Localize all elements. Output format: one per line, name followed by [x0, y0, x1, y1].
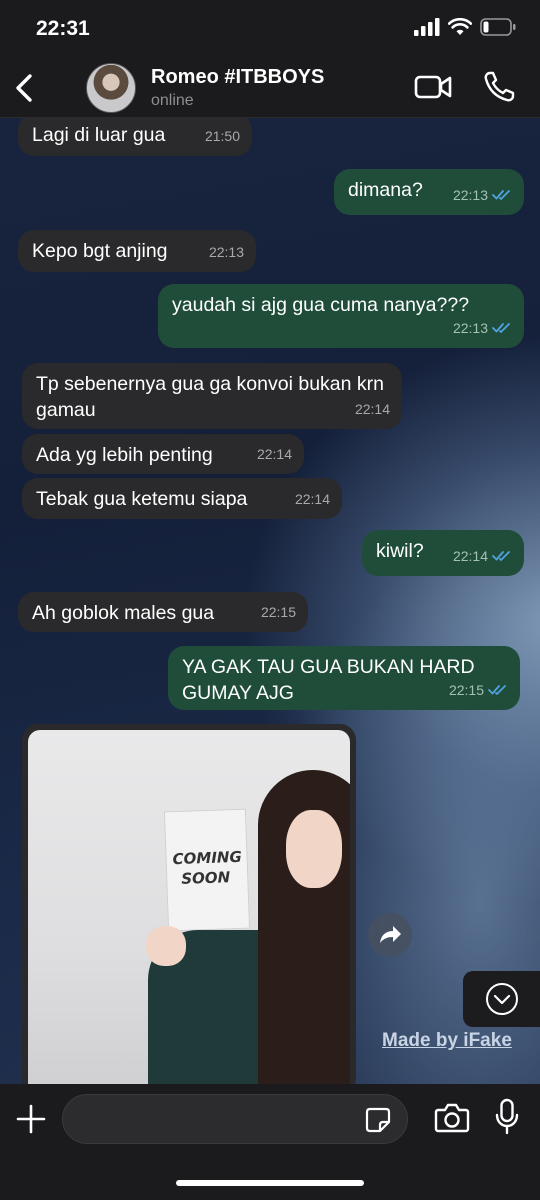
message-bubble[interactable]: Kepo bgt anjing 22:13: [18, 230, 256, 272]
read-receipt-icon: [492, 551, 510, 561]
message-meta: 22:13: [453, 315, 512, 341]
message-bubble[interactable]: YA GAK TAU GUA BUKAN HARD GUMAY AJG 22:1…: [168, 646, 520, 710]
photo-figure-hand: [146, 926, 186, 966]
message-meta: 22:15: [449, 677, 508, 703]
poster-text-line: COMING: [172, 847, 243, 869]
media-photo[interactable]: COMING SOON: [28, 730, 350, 1084]
scroll-to-bottom-button[interactable]: [463, 971, 540, 1027]
photo-figure-face: [286, 810, 342, 888]
message-text: Tebak gua ketemu siapa: [36, 488, 248, 510]
chat-messages[interactable]: Lagi di luar gua 21:50 dimana? 22:13 Kep…: [0, 118, 540, 1084]
message-bubble[interactable]: yaudah si ajg gua cuma nanya??? 22:13: [158, 284, 524, 348]
battery-icon: [480, 18, 516, 36]
microphone-icon[interactable]: [494, 1098, 520, 1136]
message-time: 22:14: [294, 491, 330, 507]
message-bubble[interactable]: Ada yg lebih penting 22:14: [22, 434, 304, 474]
cellular-signal-icon: [414, 18, 440, 36]
message-text: YA GAK TAU GUA BUKAN HARD GUMAY AJG: [182, 656, 475, 704]
message-meta: 22:14: [453, 543, 512, 569]
message-text: yaudah si ajg gua cuma nanya???: [172, 294, 470, 316]
chevron-down-circle-icon: [486, 983, 518, 1015]
message-time: 22:14: [256, 446, 292, 462]
read-receipt-icon: [492, 190, 510, 200]
message-text: Ada yg lebih penting: [36, 444, 213, 466]
status-bar: 22:31: [0, 0, 540, 58]
message-bubble[interactable]: Tp sebenernya gua ga konvoi bukan krn ga…: [22, 363, 402, 429]
video-camera-icon[interactable]: [414, 72, 452, 102]
message-text: kiwil?: [376, 540, 424, 562]
media-message[interactable]: COMING SOON: [22, 724, 356, 1084]
home-indicator[interactable]: [176, 1180, 364, 1186]
message-input[interactable]: [62, 1094, 408, 1144]
message-meta: 22:15: [261, 599, 296, 625]
read-receipt-icon: [488, 685, 506, 695]
status-time: 22:31: [36, 17, 90, 40]
message-bubble[interactable]: Lagi di luar gua 21:50: [18, 118, 252, 156]
message-time: 22:13: [452, 320, 488, 336]
message-time: 21:50: [204, 128, 240, 144]
status-icons: [414, 18, 516, 36]
message-meta: 22:14: [257, 441, 292, 467]
message-meta: 22:14: [355, 396, 390, 422]
message-text: Lagi di luar gua: [32, 124, 166, 146]
sticker-icon[interactable]: [364, 1106, 392, 1134]
message-time: 22:13: [452, 187, 488, 203]
camera-icon[interactable]: [434, 1102, 470, 1134]
message-time: 22:14: [354, 401, 390, 417]
wifi-icon: [448, 18, 472, 35]
message-time: 22:15: [260, 604, 296, 620]
watermark-link[interactable]: Made by iFake: [382, 1030, 512, 1052]
message-meta: 22:13: [209, 239, 244, 265]
message-time: 22:14: [452, 548, 488, 564]
forward-arrow-icon: [380, 926, 401, 943]
avatar[interactable]: [86, 63, 136, 113]
plus-icon[interactable]: [14, 1102, 48, 1136]
chevron-left-icon[interactable]: [10, 70, 40, 106]
contact-status: online: [151, 92, 194, 109]
message-bubble[interactable]: Ah goblok males gua 22:15: [18, 592, 308, 632]
chat-header: Romeo #ITBBOYS online: [0, 58, 540, 118]
message-meta: 22:14: [295, 486, 330, 512]
message-time: 22:13: [208, 244, 244, 260]
message-time: 22:15: [448, 682, 484, 698]
message-bubble[interactable]: dimana? 22:13: [334, 169, 524, 215]
coming-soon-poster: COMING SOON: [163, 808, 251, 932]
message-meta: 21:50: [205, 123, 240, 149]
message-text: Tp sebenernya gua ga konvoi bukan krn ga…: [36, 373, 384, 421]
message-input-bar: [0, 1084, 540, 1200]
poster-text-line: SOON: [180, 868, 231, 888]
message-bubble[interactable]: kiwil? 22:14: [362, 530, 524, 576]
message-text: Kepo bgt anjing: [32, 240, 168, 262]
message-text: Ah goblok males gua: [32, 602, 215, 624]
message-text: dimana?: [348, 179, 423, 201]
message-meta: 22:13: [453, 182, 512, 208]
read-receipt-icon: [492, 323, 510, 333]
phone-icon[interactable]: [482, 70, 516, 104]
message-bubble[interactable]: Tebak gua ketemu siapa 22:14: [22, 478, 342, 519]
forward-button[interactable]: [368, 913, 412, 957]
contact-name[interactable]: Romeo #ITBBOYS: [151, 66, 324, 89]
